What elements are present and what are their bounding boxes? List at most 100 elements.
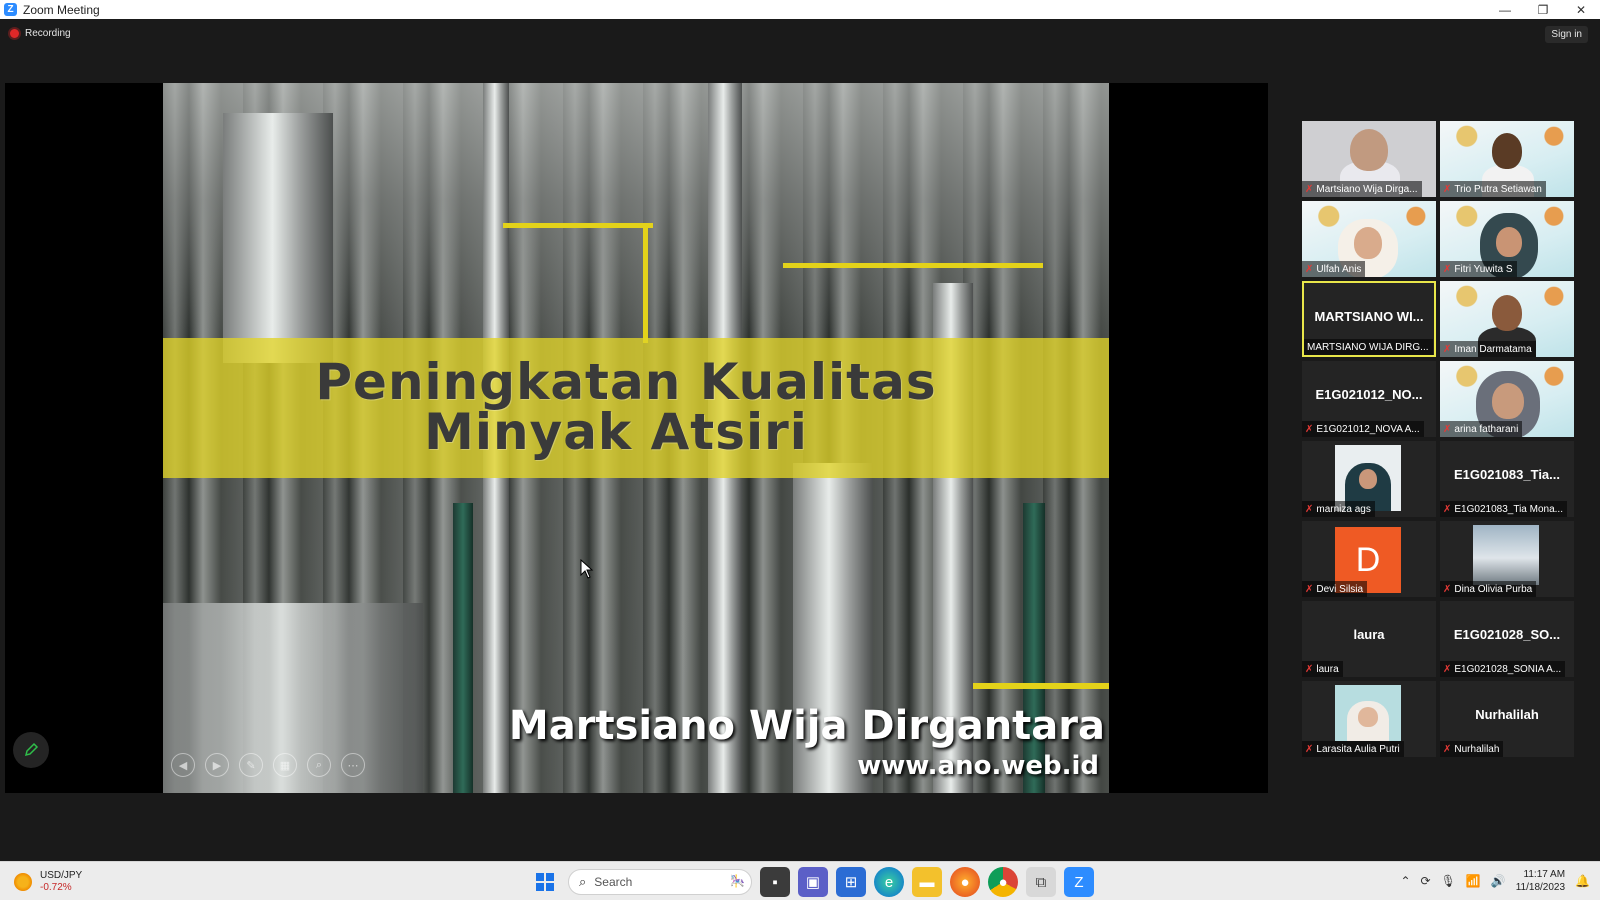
slide-more-icon[interactable]: ⋯: [341, 753, 365, 777]
muted-mic-icon: ✗: [1443, 263, 1452, 275]
participant-tile[interactable]: ✗ Trio Putra Setiawan: [1440, 121, 1574, 197]
participant-label: ✗ Fitri Yuwita S: [1440, 261, 1517, 277]
task-view-icon[interactable]: ▪: [760, 867, 790, 897]
participant-name: marniza ags: [1316, 503, 1371, 515]
participant-tile[interactable]: ✗ Martsiano Wija Dirga...: [1302, 121, 1436, 197]
participant-face: [1354, 227, 1382, 259]
slide-yellow-rail: [643, 223, 648, 343]
muted-mic-icon: ✗: [1443, 663, 1452, 675]
ticker-change: -0.72%: [40, 882, 72, 893]
slide-yellow-rail: [503, 223, 653, 228]
participant-name: Dina Olivia Purba: [1454, 583, 1533, 595]
ticker-text: USD/JPY -0.72%: [40, 870, 82, 894]
participant-label: ✗ Trio Putra Setiawan: [1440, 181, 1546, 197]
window-title-bar: Z Zoom Meeting — ❐ ✕: [0, 0, 1600, 19]
slide-next-icon[interactable]: ▶: [205, 753, 229, 777]
screen-share-view: Peningkatan Kualitas Minyak Atsiri Marts…: [5, 83, 1268, 793]
close-button[interactable]: ✕: [1562, 0, 1600, 19]
recording-indicator[interactable]: Recording: [10, 28, 71, 39]
participant-name: Fitri Yuwita S: [1454, 263, 1513, 275]
recording-dot-icon: [10, 29, 19, 38]
muted-mic-icon: ✗: [1305, 183, 1314, 195]
participant-tile[interactable]: D ✗ Devi Silsia: [1302, 521, 1436, 597]
recording-label: Recording: [25, 28, 71, 39]
start-windows-icon[interactable]: [530, 867, 560, 897]
slide-yellow-rail: [783, 263, 1043, 268]
participant-tile[interactable]: ✗ Dina Olivia Purba: [1440, 521, 1574, 597]
muted-mic-icon: ✗: [1443, 183, 1452, 195]
participant-tile[interactable]: ✗ Iman Darmatama: [1440, 281, 1574, 357]
participant-face: [1492, 383, 1524, 419]
sign-in-button[interactable]: Sign in: [1545, 26, 1588, 43]
taskbar-apps: ⌕ Search 🎠 ▪ ▣ ⊞ e ▬ ● ● ⧉ Z: [530, 867, 1094, 897]
chrome-icon[interactable]: ●: [988, 867, 1018, 897]
participant-tile[interactable]: Nurhalilah ✗ Nurhalilah: [1440, 681, 1574, 757]
search-placeholder: Search: [594, 875, 633, 889]
participant-name: Trio Putra Setiawan: [1454, 183, 1542, 195]
zoom-logo-icon: Z: [4, 3, 17, 16]
participant-tile[interactable]: E1G021083_Tia... ✗ E1G021083_Tia Mona...: [1440, 441, 1574, 517]
microsoft-store-icon[interactable]: ⊞: [836, 867, 866, 897]
participant-video: [1473, 525, 1539, 585]
participant-tile[interactable]: ✗ marniza ags: [1302, 441, 1436, 517]
participant-tile[interactable]: ✗ arina fatharani: [1440, 361, 1574, 437]
participant-tile[interactable]: ✗ Larasita Aulia Putri: [1302, 681, 1436, 757]
edge-browser-icon[interactable]: e: [874, 867, 904, 897]
participant-label: ✗ E1G021012_NOVA A...: [1302, 421, 1424, 437]
muted-mic-icon: ✗: [1443, 343, 1452, 355]
taskbar-clock[interactable]: 11:17 AM 11/18/2023: [1516, 868, 1565, 894]
participant-label: ✗ Nurhalilah: [1440, 741, 1504, 757]
notification-bell-icon[interactable]: 🔔: [1575, 874, 1590, 888]
participant-label: ✗ Devi Silsia: [1302, 581, 1368, 597]
search-icon: ⌕: [579, 874, 587, 889]
participant-name: Martsiano Wija Dirga...: [1316, 183, 1418, 195]
annotate-pencil-icon[interactable]: [13, 732, 49, 768]
teams-chat-icon[interactable]: ▣: [798, 867, 828, 897]
minimize-button[interactable]: —: [1486, 0, 1524, 19]
microphone-icon[interactable]: 🎙: [1441, 874, 1456, 888]
participant-label: ✗ E1G021083_Tia Mona...: [1440, 501, 1567, 517]
participant-tile[interactable]: ✗ Ulfah Anis: [1302, 201, 1436, 277]
slide-website: www.ano.web.id: [857, 751, 1099, 781]
window-title: Zoom Meeting: [23, 2, 100, 17]
slide-author: Martsiano Wija Dirgantara: [508, 703, 1105, 749]
slide-grid-icon[interactable]: ▦: [273, 753, 297, 777]
ticker-widget[interactable]: USD/JPY -0.72%: [14, 870, 82, 894]
sync-icon[interactable]: ⟳: [1421, 874, 1431, 888]
muted-mic-icon: ✗: [1443, 743, 1452, 755]
slide-pen-icon[interactable]: ✎: [239, 753, 263, 777]
volume-icon[interactable]: 🔊: [1491, 874, 1506, 888]
wifi-icon[interactable]: 📶: [1466, 874, 1481, 888]
tray-chevron-up-icon[interactable]: ⌃: [1400, 874, 1410, 888]
search-highlight-icon: 🎠: [730, 874, 745, 888]
slide-green-pipe: [1023, 503, 1045, 793]
participant-face: [1350, 129, 1388, 171]
restore-button[interactable]: ❐: [1524, 0, 1562, 19]
clock-date: 11/18/2023: [1515, 882, 1566, 893]
slide-prev-icon[interactable]: ◀: [171, 753, 195, 777]
muted-mic-icon: ✗: [1443, 423, 1452, 435]
window-controls: — ❐ ✕: [1486, 0, 1600, 19]
slide-green-pipe: [453, 503, 473, 793]
participant-tile[interactable]: laura ✗ laura: [1302, 601, 1436, 677]
participant-gallery: ✗ Martsiano Wija Dirga... ✗ Trio Putra Set…: [1302, 121, 1578, 757]
zoom-app-icon[interactable]: Z: [1064, 867, 1094, 897]
participant-name: E1G021012_NOVA A...: [1316, 423, 1420, 435]
participant-label: ✗ Iman Darmatama: [1440, 341, 1536, 357]
windows-taskbar: USD/JPY -0.72% ⌕ Search 🎠 ▪ ▣ ⊞ e ▬ ● ● …: [0, 861, 1600, 900]
participant-tile[interactable]: E1G021028_SO... ✗ E1G021028_SONIA A...: [1440, 601, 1574, 677]
participant-tile-active-speaker[interactable]: MARTSIANO WI... MARTSIANO WIJA DIRG...: [1302, 281, 1436, 357]
participant-label: ✗ laura: [1302, 661, 1343, 677]
firefox-icon[interactable]: ●: [950, 867, 980, 897]
taskbar-search-input[interactable]: ⌕ Search 🎠: [568, 869, 752, 895]
participant-display-name: E1G021028_SO...: [1453, 627, 1561, 642]
snipping-tool-icon[interactable]: ⧉: [1026, 867, 1056, 897]
slide-title-line2: Minyak Atsiri: [424, 403, 808, 461]
file-explorer-icon[interactable]: ▬: [912, 867, 942, 897]
participant-tile[interactable]: ✗ Fitri Yuwita S: [1440, 201, 1574, 277]
slide-zoom-icon[interactable]: ⌕: [307, 753, 331, 777]
participant-face: [1358, 707, 1378, 727]
muted-mic-icon: ✗: [1305, 743, 1314, 755]
participant-label: ✗ E1G021028_SONIA A...: [1440, 661, 1566, 677]
participant-tile[interactable]: E1G021012_NO... ✗ E1G021012_NOVA A...: [1302, 361, 1436, 437]
